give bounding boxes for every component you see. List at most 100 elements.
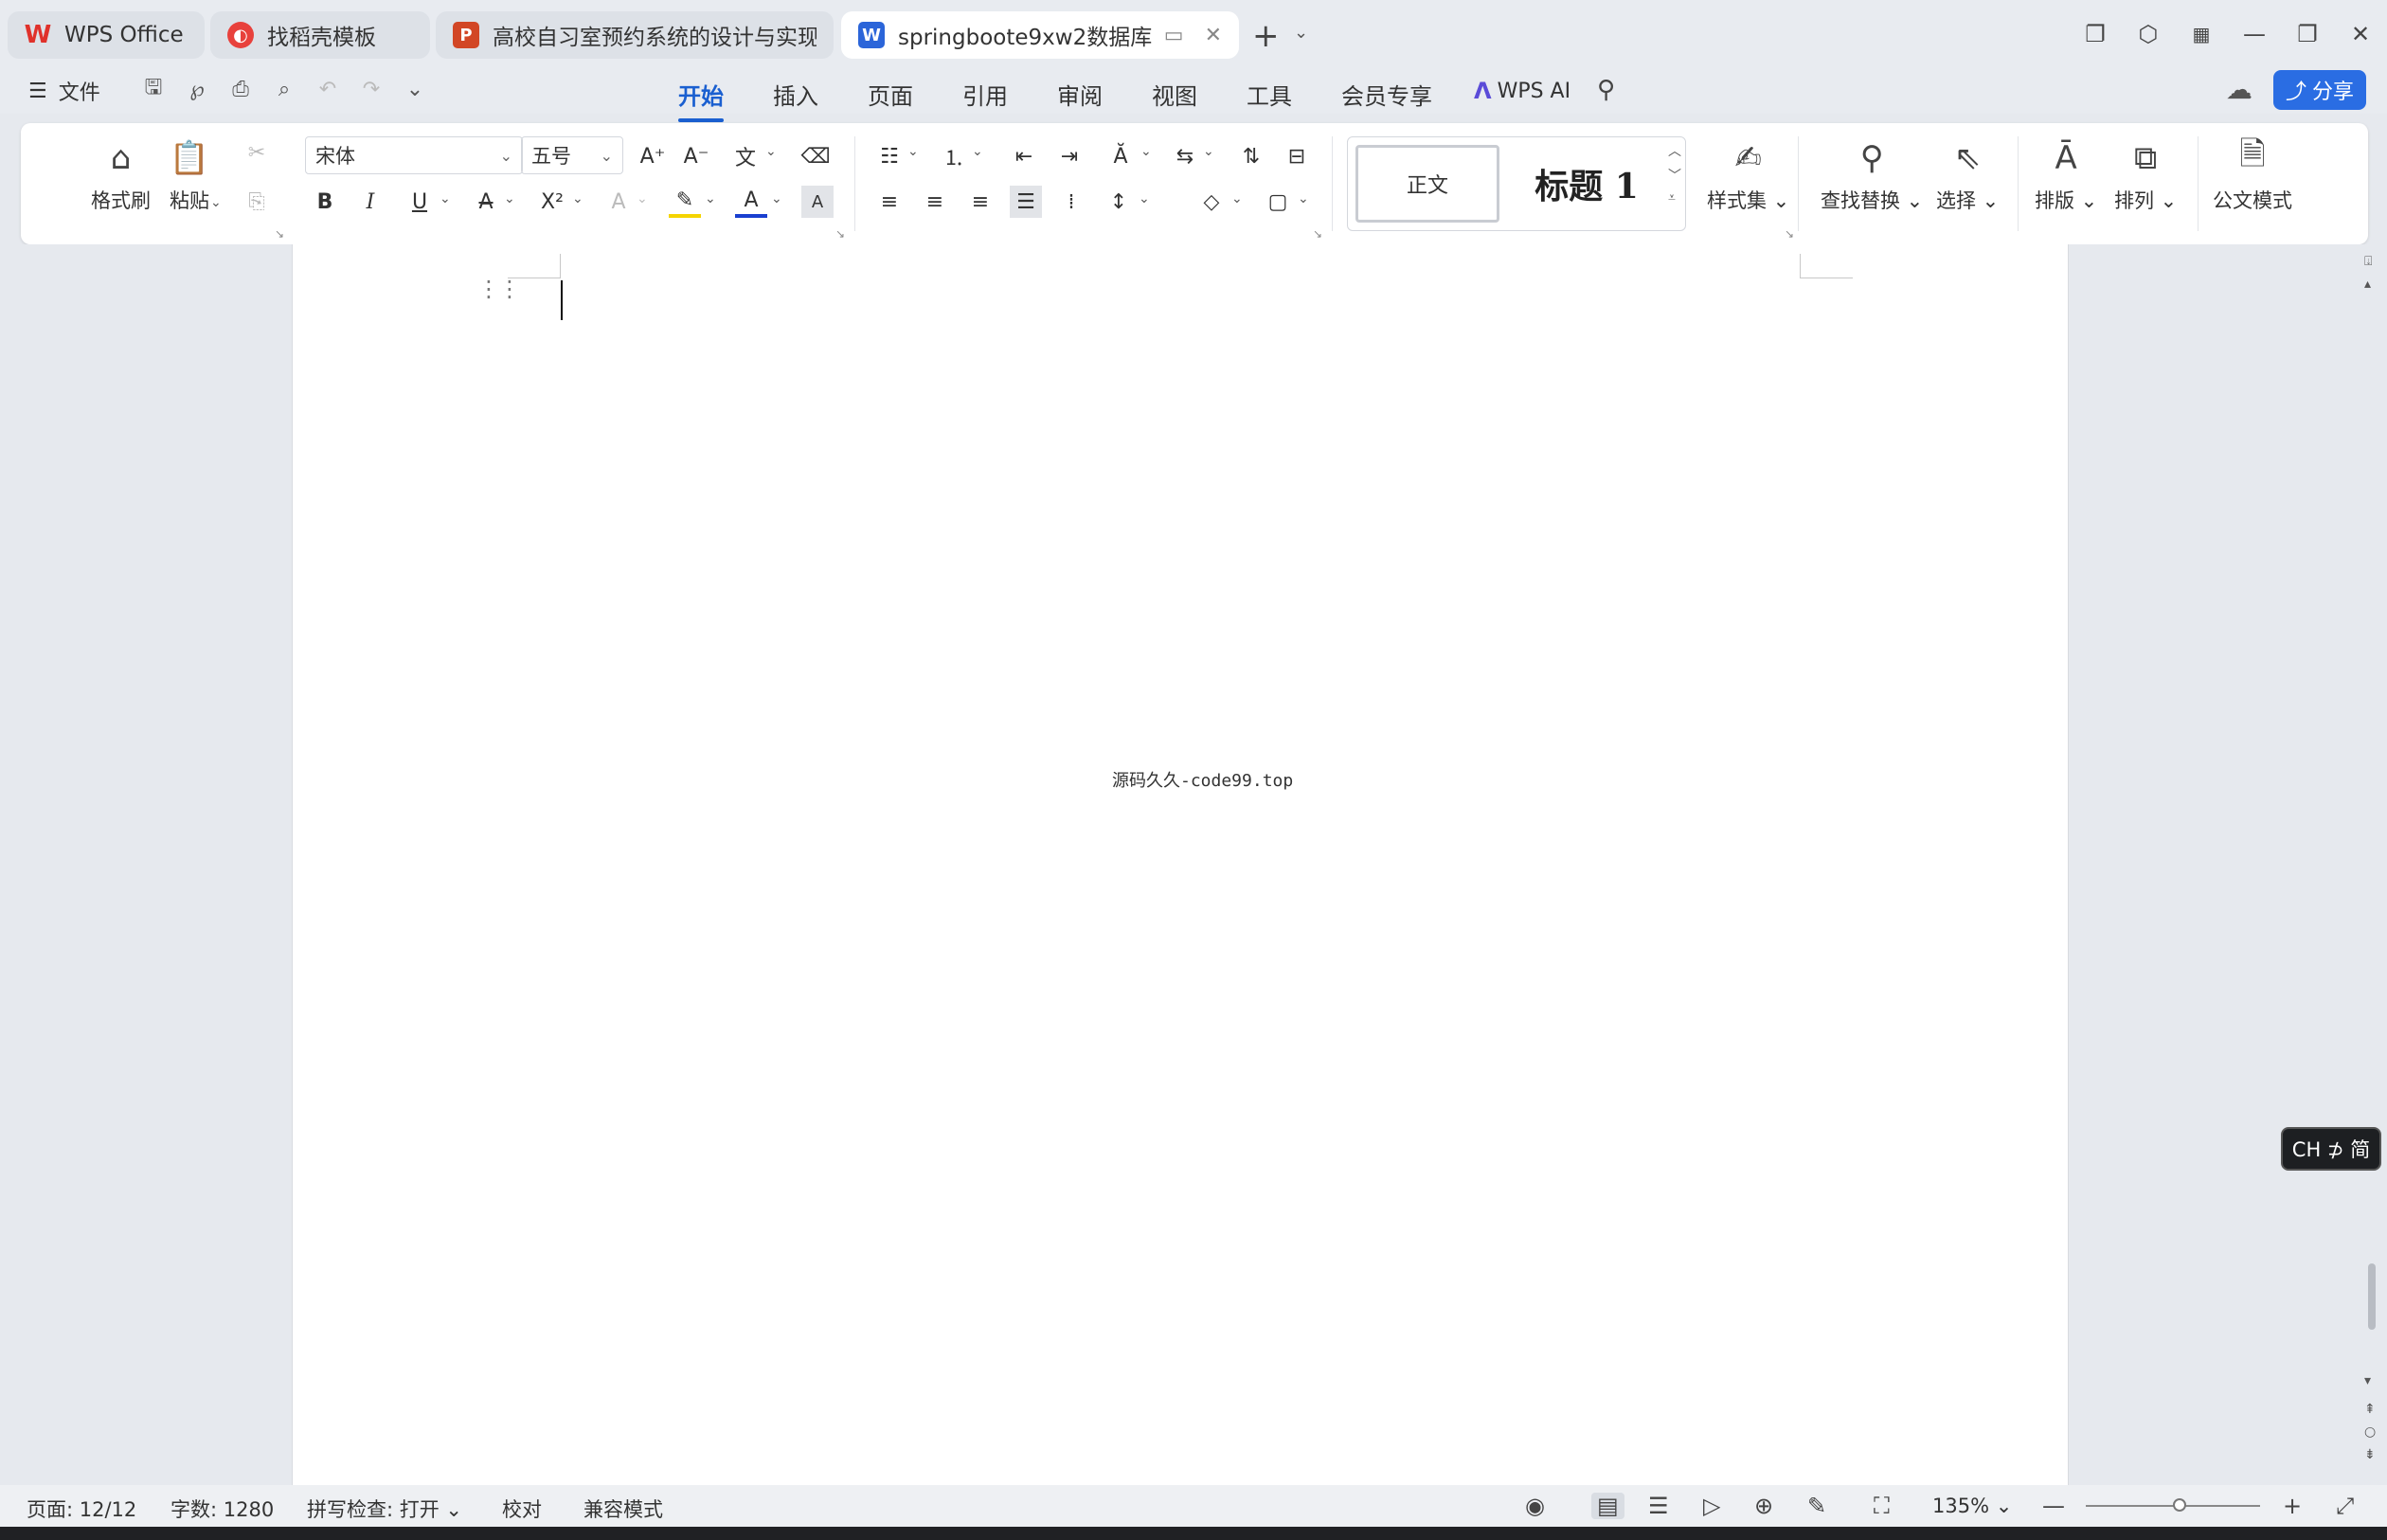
undo-icon[interactable]: ↶	[313, 74, 343, 104]
highlight-icon[interactable]: ✎	[669, 186, 701, 218]
line-break-icon[interactable]: ⇆	[1169, 140, 1201, 172]
bold-button[interactable]: B	[309, 186, 341, 218]
zoom-in-icon[interactable]: +	[2283, 1493, 2302, 1519]
chevron-down-icon[interactable]: ⌄	[1139, 191, 1150, 206]
shrink-font-icon[interactable]: A⁻	[680, 140, 712, 172]
minimize-icon[interactable]: —	[2228, 17, 2281, 51]
numbered-list-icon[interactable]: ⒈	[938, 140, 970, 172]
style-normal[interactable]: 正文	[1355, 145, 1499, 223]
paragraph-dialog-icon[interactable]: ↘	[1313, 227, 1322, 241]
tab-insert[interactable]: 插入	[773, 74, 818, 115]
cloud-upload-icon[interactable]: ☁	[2226, 74, 2252, 105]
scroll-down-icon[interactable]: ﹀	[1668, 166, 1681, 185]
styles-dialog-icon[interactable]: ↘	[1785, 227, 1794, 241]
paste-chevron-icon[interactable]: ⌄	[210, 195, 222, 210]
word-count[interactable]: 字数: 1280	[170, 1495, 274, 1523]
tab-word-document[interactable]: W springboote9xw2数据库文档 ▭ ✕	[841, 11, 1239, 59]
prev-page-icon[interactable]: ⇞	[2364, 1402, 2376, 1417]
format-icon[interactable]: ℘	[182, 74, 212, 104]
search-icon[interactable]: ⚲	[1597, 76, 1615, 104]
tab-ppt-document[interactable]: P 高校自习室预约系统的设计与实现.ppt	[436, 11, 834, 59]
sort-icon[interactable]: ⇅	[1235, 140, 1267, 172]
zoom-out-icon[interactable]: —	[2042, 1493, 2065, 1519]
page-view-icon[interactable]: ▤	[1591, 1493, 1624, 1519]
fit-page-icon[interactable]: ⛶	[1874, 1493, 1890, 1519]
select-browse-icon[interactable]: ○	[2364, 1424, 2376, 1440]
customize-chevron-icon[interactable]: ⌄	[400, 74, 430, 104]
paragraph-drag-handle-icon[interactable]: ⋮⋮	[477, 278, 521, 300]
web-view-icon[interactable]: ⊕	[1754, 1493, 1773, 1519]
justify-icon[interactable]: ☰	[1010, 186, 1042, 218]
borders-icon[interactable]: ▢	[1262, 186, 1294, 218]
paste-button[interactable]: 📋 粘贴	[169, 136, 210, 214]
clipboard-dialog-icon[interactable]: ↘	[275, 227, 284, 241]
font-size-select[interactable]: 五号 ⌄	[521, 136, 623, 174]
zoom-level[interactable]: 135% ⌄	[1932, 1495, 2012, 1517]
tab-member[interactable]: 会员专享	[1341, 74, 1432, 115]
tab-page[interactable]: 页面	[868, 74, 913, 115]
chevron-down-icon[interactable]: ⌄	[1203, 144, 1214, 159]
monitor-icon[interactable]: ▭	[1164, 24, 1184, 47]
strikethrough-icon[interactable]: A	[470, 186, 502, 218]
chevron-down-icon[interactable]: ⌄	[1140, 144, 1152, 159]
tab-tools[interactable]: 工具	[1247, 74, 1292, 115]
align-center-icon[interactable]: ≡	[919, 186, 951, 218]
font-dialog-icon[interactable]: ↘	[835, 227, 845, 241]
close-icon[interactable]: ✕	[2334, 17, 2387, 51]
line-spacing-icon[interactable]: ↕	[1103, 186, 1135, 218]
scroll-up-icon[interactable]: ▴	[2364, 277, 2371, 292]
restore-icon[interactable]: ❐	[2281, 17, 2334, 51]
play-icon[interactable]: ▷	[1703, 1493, 1720, 1519]
print-icon[interactable]: ⎙	[225, 74, 256, 104]
tab-view[interactable]: 视图	[1152, 74, 1197, 115]
chevron-down-icon[interactable]: ⌄	[907, 144, 919, 159]
next-page-icon[interactable]: ⇟	[2364, 1447, 2376, 1462]
close-tab-icon[interactable]: ✕	[1205, 24, 1222, 47]
page-indicator[interactable]: 页面: 12/12	[27, 1495, 136, 1523]
cut-icon[interactable]: ✂	[241, 136, 273, 169]
tab-references[interactable]: 引用	[962, 74, 1008, 115]
cube-icon[interactable]: ⬡	[2122, 17, 2175, 51]
distribute-icon[interactable]: ⁞	[1055, 186, 1087, 218]
align-right-icon[interactable]: ≡	[964, 186, 996, 218]
underline-button[interactable]: U	[404, 186, 436, 218]
window-list-icon[interactable]: ❐	[2069, 17, 2122, 51]
vertical-scrollbar[interactable]: ⍗ ▴ ▾ ⇞ ○ ⇟	[2359, 252, 2383, 1483]
scroll-up-icon[interactable]: ︿	[1668, 141, 1681, 160]
grow-font-icon[interactable]: A⁺	[637, 140, 669, 172]
arrange-button[interactable]: ⧉ 排列 ⌄	[2114, 136, 2177, 214]
wps-ai-button[interactable]: ᐱ WPS AI	[1474, 78, 1570, 104]
font-color-icon[interactable]: A	[735, 186, 767, 218]
pen-icon[interactable]: ✎	[1807, 1493, 1826, 1519]
layout-button[interactable]: Ā 排版 ⌄	[2035, 136, 2097, 214]
expand-gallery-icon[interactable]: ⩡	[1668, 190, 1681, 206]
fullscreen-icon[interactable]: ⤢	[2336, 1493, 2354, 1519]
bullet-list-icon[interactable]: ☷	[873, 140, 906, 172]
increase-indent-icon[interactable]: ⇥	[1053, 140, 1086, 172]
save-icon[interactable]: 🖫	[138, 74, 169, 104]
show-marks-icon[interactable]: ⊟	[1281, 140, 1313, 172]
official-mode-button[interactable]: 🗎 公文模式	[2213, 135, 2292, 214]
chevron-down-icon[interactable]: ⌄	[972, 144, 983, 159]
italic-button[interactable]: I	[354, 186, 386, 218]
select-button[interactable]: ⇖ 选择 ⌄	[1936, 136, 1999, 214]
chevron-down-icon[interactable]: ⌄	[705, 191, 716, 206]
avatar[interactable]: ▦	[2175, 17, 2228, 51]
tab-review[interactable]: 审阅	[1057, 74, 1103, 115]
chevron-down-icon[interactable]: ⌄	[1298, 191, 1309, 206]
shading-fill-icon[interactable]: ◇	[1195, 186, 1228, 218]
proofread-button[interactable]: 校对	[502, 1495, 542, 1523]
align-left-icon[interactable]: ≡	[873, 186, 906, 218]
tab-wps-office[interactable]: W WPS Office	[8, 11, 205, 59]
scroll-top-icon[interactable]: ⍗	[2364, 254, 2372, 269]
chevron-down-icon[interactable]: ⌄	[440, 191, 451, 206]
zoom-slider-handle[interactable]	[2173, 1498, 2186, 1512]
style-set-button[interactable]: ✍ 样式集 ⌄	[1707, 136, 1789, 214]
eye-icon[interactable]: ◉	[1525, 1493, 1545, 1519]
scrollbar-thumb[interactable]	[2368, 1263, 2376, 1330]
spell-check-toggle[interactable]: 拼写检查: 打开 ⌄	[307, 1495, 462, 1523]
ime-indicator[interactable]: CH ⊅ 简	[2281, 1127, 2381, 1171]
font-name-select[interactable]: 宋体 ⌄	[305, 136, 523, 174]
document-page[interactable]	[292, 244, 2069, 1485]
chevron-down-icon[interactable]: ⌄	[771, 191, 782, 206]
